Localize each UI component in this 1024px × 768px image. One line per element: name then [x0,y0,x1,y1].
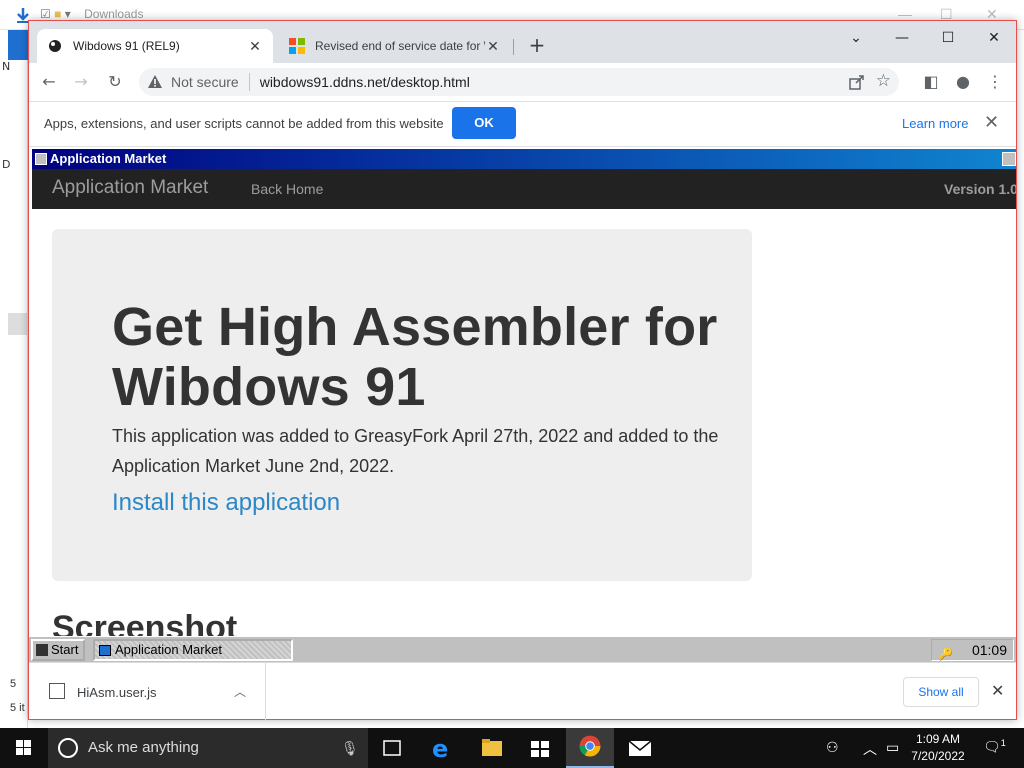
chrome-icon[interactable] [566,728,614,768]
close-button[interactable]: ✕ [979,27,1009,49]
microsoft-favicon-icon [289,38,305,54]
wibdows91-window-title: Application Market [50,151,167,166]
action-center-icon[interactable]: 🗨1 [983,738,1006,756]
tab-close-icon[interactable]: ✕ [485,38,501,55]
navbar-brand[interactable]: Application Market [52,177,208,199]
forward-arrow-icon[interactable]: → [69,70,93,94]
show-all-button[interactable]: Show all [903,677,979,707]
infobar-close-icon[interactable]: ✕ [984,112,999,133]
tab-title: Wibdows 91 (REL9) [73,39,180,53]
omnibox-divider [248,73,250,91]
wibdows91-title-bar[interactable]: Application Market [32,149,1016,169]
browser-toolbar: ← → ↻ Not secure wibdows91.ddns.net/desk… [29,63,1016,101]
file-explorer-icon[interactable] [468,728,516,768]
wibdows91-window: Application Market Application Market Ba… [32,149,1016,647]
download-item[interactable]: HiAsm.user.js ︿ [29,663,266,720]
tab-search-chevron-icon[interactable]: ⌄ [841,27,871,49]
taskbar-app-label: Application Market [115,642,222,657]
checkbox-icon[interactable]: ☑ [40,7,51,21]
edge-browser-icon[interactable]: e [418,728,466,768]
warning-triangle-icon[interactable] [147,74,163,90]
download-filename[interactable]: HiAsm.user.js [77,685,156,700]
microphone-icon[interactable]: 🎙 [341,728,359,768]
svg-text:e: e [432,735,448,763]
app-description: This application was added to GreasyFork… [112,426,719,476]
explorer-selected-item[interactable] [8,313,28,335]
bookmark-star-icon[interactable]: ☆ [876,71,891,91]
folder-icon[interactable]: ■ [54,7,61,21]
download-shelf-close-icon[interactable]: ✕ [991,681,1004,701]
tab-wibdows91[interactable]: Wibdows 91 (REL9) ✕ [37,29,273,63]
file-icon [49,683,65,699]
back-home-link[interactable]: Back Home [251,181,323,197]
side-panel-icon[interactable]: ◧ [919,70,943,94]
task-view-icon[interactable] [368,728,416,768]
explorer-sidebar: N D 5 5 it [0,30,28,728]
tab-close-icon[interactable]: ✕ [247,38,263,55]
tab-revised-end-of-service[interactable]: Revised end of service date for W ✕ [279,29,511,63]
tab-strip: Wibdows 91 (REL9) ✕ Revised end of servi… [29,21,1016,63]
clock-time: 1:09 AM [915,732,961,746]
explorer-status-items: 5 it [10,702,25,714]
cortana-search-box[interactable]: Ask me anything 🎙 [48,728,368,768]
app-market-icon [99,645,111,656]
info-message: Apps, extensions, and user scripts canno… [44,116,444,131]
reload-icon[interactable]: ↻ [103,70,127,94]
wibdows91-start-button[interactable]: Start [31,639,85,661]
info-bar: Apps, extensions, and user scripts canno… [29,101,1016,147]
windows-taskbar: Ask me anything 🎙 e ⚇ ︿ ▭ 1:09 AM 7/20/2… [0,728,1024,768]
tab-separator [513,39,514,55]
explorer-status-count: 5 [10,678,17,690]
download-shelf: HiAsm.user.js ︿ Show all ✕ [29,662,1016,720]
chevron-up-icon[interactable]: ︿ [234,683,246,700]
network-icon[interactable]: ▭ [886,739,899,756]
search-placeholder: Ask me anything [88,739,199,756]
app-window-icon [35,153,47,165]
security-status[interactable]: Not secure [171,74,239,90]
explorer-letter-d: D [2,158,11,171]
profile-avatar-icon[interactable]: ● [951,70,975,94]
learn-more-link[interactable]: Learn more [902,116,968,131]
url-text[interactable]: wibdows91.ddns.net/desktop.html [260,74,470,90]
menu-kebab-icon[interactable]: ⋮ [983,70,1007,94]
share-icon[interactable] [849,74,865,90]
store-icon[interactable] [516,728,564,768]
wibdows91-system-tray: 🔑 01:09 [931,639,1014,661]
market-navbar: Application Market Back Home Version 1.0 [32,169,1016,209]
hero-panel: Get High Assembler for Wibdows 91 This a… [52,229,752,581]
start-label: Start [51,642,79,657]
key-icon[interactable]: 🔑 [938,644,953,662]
dropdown-icon[interactable]: ▾ [65,7,71,21]
tab-title: Revised end of service date for W [315,39,485,53]
windows-start-icon[interactable] [0,728,48,768]
wibdows-favicon-icon [49,40,61,52]
page-title: Get High Assembler for Wibdows 91 [112,297,718,417]
new-tab-plus-icon[interactable]: + [525,33,549,57]
version-label: Version 1.0 [944,181,1016,197]
wibdows-logo-icon [36,644,48,656]
notification-count: 1 [1000,738,1006,748]
tray-chevron-up-icon[interactable]: ︿ [863,739,877,759]
clock-date: 7/20/2022 [911,749,965,763]
quick-access-toolbar: ☑ ■ ▾ Downloads [40,7,143,21]
explorer-letter-n: N [2,60,11,73]
address-bar[interactable]: Not secure wibdows91.ddns.net/desktop.ht… [139,68,899,96]
chrome-window: Wibdows 91 (REL9) ✕ Revised end of servi… [28,20,1017,720]
cortana-circle-icon [58,738,78,758]
taskbar-app-market-button[interactable]: Application Market [93,639,293,661]
back-arrow-icon[interactable]: ← [37,70,61,94]
page-viewport: Application Market Application Market Ba… [29,147,1016,662]
wibdows91-minimize-button[interactable] [1002,152,1016,166]
explorer-title: Downloads [84,7,144,21]
mail-icon[interactable] [616,728,664,768]
system-clock[interactable]: 1:09 AM 7/20/2022 [906,731,970,765]
maximize-button[interactable]: ☐ [933,27,963,49]
ok-button[interactable]: OK [452,107,516,139]
wibdows91-taskbar: Start Application Market 🔑 01:09 [29,636,1016,662]
people-icon[interactable]: ⚇ [826,739,839,756]
explorer-ribbon-tab[interactable] [8,30,28,60]
install-link[interactable]: Install this application [112,489,340,517]
wibdows91-clock: 01:09 [971,642,1007,658]
minimize-button[interactable]: — [887,27,917,49]
